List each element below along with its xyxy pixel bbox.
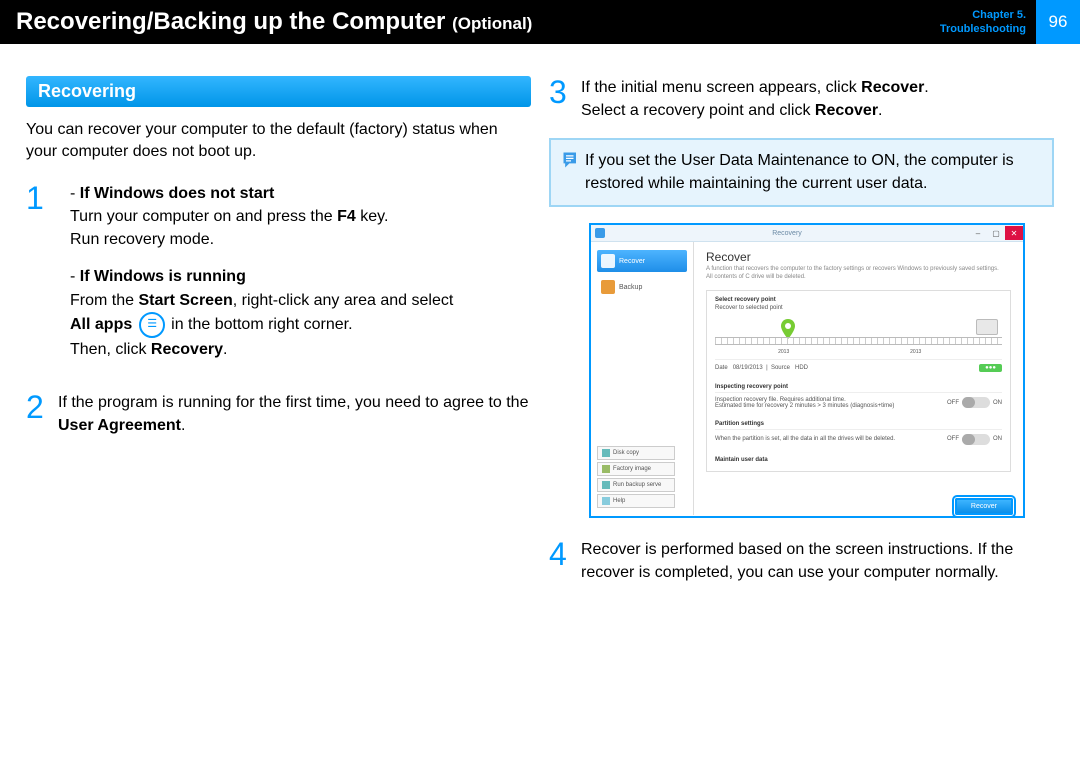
ss-recover-to: Recover to selected point [715, 305, 1002, 311]
content: Recovering You can recover your computer… [0, 44, 1080, 601]
title-main: Recovering/Backing up the Computer [16, 8, 445, 35]
step-4-body: Recover is performed based on the screen… [581, 538, 1054, 584]
start-screen: Start Screen [138, 292, 232, 309]
ss-window-buttons: – ▢ ✕ [969, 226, 1023, 240]
recovery-app-screenshot: Recovery – ▢ ✕ Recover Backup Disk copy … [589, 223, 1025, 518]
right-column: 3 If the initial menu screen appears, cl… [549, 76, 1054, 601]
step-3: 3 If the initial menu screen appears, cl… [549, 76, 1054, 122]
sidebar-item-recover: Recover [597, 250, 687, 272]
step-number-2: 2 [26, 391, 58, 437]
ss-main-title: Recover [706, 250, 1011, 264]
sidebar-item-backup: Backup [597, 276, 687, 298]
maximize-icon: ▢ [987, 226, 1005, 240]
step-2: 2 If the program is running for the firs… [26, 391, 531, 437]
ss-inspect: Inspecting recovery point Inspection rec… [715, 384, 1002, 413]
step-number-1: 1 [26, 182, 58, 375]
step-1b: - If Windows is running From the Start S… [70, 265, 531, 361]
sidebar-help: Help [597, 494, 675, 508]
ss-partition: Partition settings When the partition is… [715, 421, 1002, 449]
sidebar-run-backup: Run backup serve [597, 478, 675, 492]
s1a-text: Turn your computer on and press the [70, 208, 337, 225]
step-number-4: 4 [549, 538, 581, 584]
ss-titlebar: Recovery – ▢ ✕ [591, 225, 1023, 242]
step-1-body: - If Windows does not start Turn your co… [58, 182, 531, 375]
step-3-body: If the initial menu screen appears, clic… [581, 76, 1054, 122]
user-agreement: User Agreement [58, 417, 181, 434]
step-1: 1 - If Windows does not start Turn your … [26, 182, 531, 375]
ss-main-desc: A function that recovers the computer to… [706, 266, 1011, 282]
ss-main: Recover A function that recovers the com… [694, 242, 1023, 515]
close-icon: ✕ [1005, 226, 1023, 240]
recovery-label: Recovery [151, 341, 223, 358]
note-icon [561, 150, 585, 195]
ss-panel: Select recovery point Recover to selecte… [706, 290, 1011, 472]
minimize-icon: – [969, 226, 987, 240]
sidebar-disk-copy: Disk copy [597, 446, 675, 460]
page-header: Recovering/Backing up the Computer (Opti… [0, 0, 1080, 44]
note-box: If you set the User Data Maintenance to … [549, 138, 1054, 207]
s1a-l2: Run recovery mode. [70, 231, 214, 248]
toggle-icon [962, 397, 990, 408]
ss-window-title: Recovery [605, 230, 969, 237]
recover-button-highlight: Recover [955, 498, 1013, 515]
step-1a: - If Windows does not start Turn your co… [70, 182, 531, 252]
ss-tag: ●●● [979, 364, 1002, 372]
step-4: 4 Recover is performed based on the scre… [549, 538, 1054, 584]
step-number-3: 3 [549, 76, 581, 122]
s1b-title: If Windows is running [80, 268, 246, 285]
note-text: If you set the User Data Maintenance to … [585, 150, 1040, 195]
page-number: 96 [1036, 0, 1080, 44]
ss-timeline: 2013 2013 [715, 317, 1002, 353]
intro-paragraph: You can recover your computer to the def… [26, 119, 531, 164]
left-column: Recovering You can recover your computer… [26, 76, 531, 601]
chapter-label: Chapter 5. Troubleshooting [940, 8, 1036, 37]
ss-app-icon [595, 228, 605, 238]
ss-sidebar-bottom: Disk copy Factory image Run backup serve… [597, 444, 675, 508]
ss-footer: Recover [955, 503, 1013, 510]
page-title: Recovering/Backing up the Computer (Opti… [16, 8, 532, 36]
chapter-line2: Troubleshooting [940, 23, 1026, 35]
title-suffix: (Optional) [452, 14, 532, 33]
all-apps-label: All apps [70, 316, 132, 333]
all-apps-icon: ☰ [139, 312, 165, 338]
s1a-title: If Windows does not start [80, 185, 275, 202]
f4-key: F4 [337, 208, 356, 225]
toggle-icon [962, 434, 990, 445]
section-heading-recovering: Recovering [26, 76, 531, 107]
chapter-line1: Chapter 5. [972, 9, 1026, 21]
thumb-icon [976, 319, 998, 335]
ss-date-row: Date 08/19/2013 | Source HDD ●●● [715, 359, 1002, 376]
sidebar-factory-image: Factory image [597, 462, 675, 476]
ss-sidebar: Recover Backup Disk copy Factory image R… [591, 242, 694, 515]
ss-select-label: Select recovery point [715, 297, 1002, 303]
header-right: Chapter 5. Troubleshooting 96 [940, 0, 1080, 44]
step-2-body: If the program is running for the first … [58, 391, 531, 437]
ss-userdata: Maintain user data [715, 457, 1002, 463]
